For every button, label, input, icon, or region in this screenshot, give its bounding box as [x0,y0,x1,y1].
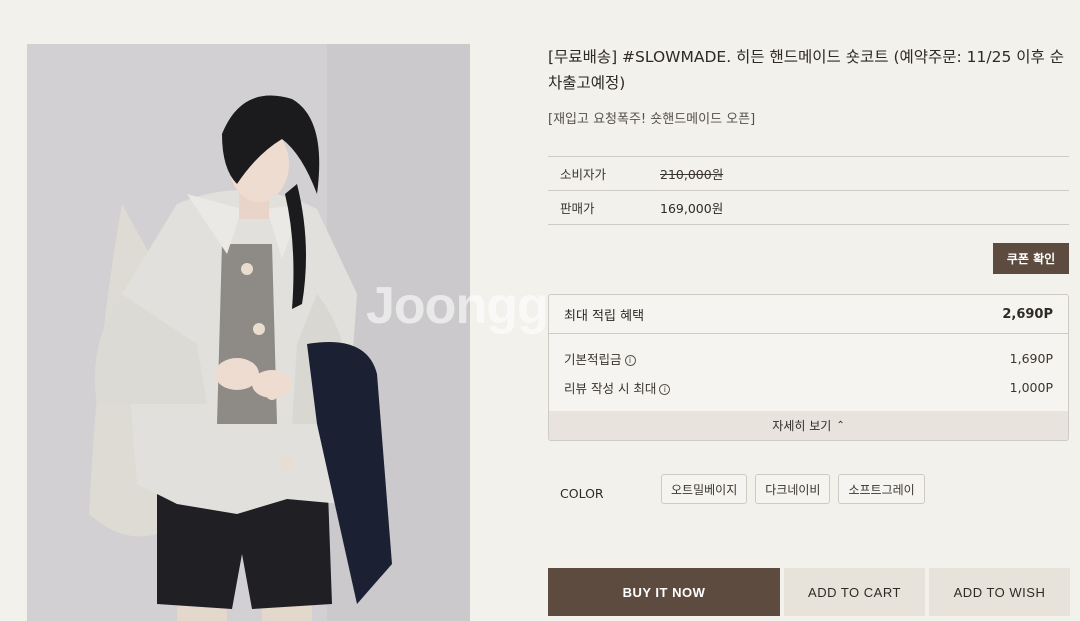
buy-now-button[interactable]: BUY IT NOW [548,568,780,616]
color-option[interactable]: 소프트그레이 [838,474,925,504]
info-icon[interactable]: i [659,384,671,395]
info-icon[interactable]: i [624,355,636,366]
basic-points-row: 기본적립금 i 1,690P [549,344,1068,373]
points-header: 최대 적립 혜택 2,690P [549,295,1068,334]
basic-points-value: 1,690P [1009,351,1053,366]
color-label: COLOR [560,486,604,501]
points-breakdown: 기본적립금 i 1,690P 리뷰 작성 시 최대 i 1,000P [549,334,1068,411]
points-header-label: 최대 적립 혜택 [564,308,645,324]
product-title: [무료배송] #SLOWMADE. 히든 핸드메이드 숏코트 (예약주문: 11… [548,48,1064,92]
color-option[interactable]: 다크네이비 [755,474,831,504]
consumer-price-row: 소비자가 210,000원 [548,157,1069,191]
review-points-row: 리뷰 작성 시 최대 i 1,000P [549,373,1068,402]
add-to-wish-button[interactable]: ADD TO WISH [929,568,1070,616]
details-toggle-button[interactable]: 자세히 보기 ⌃ [549,411,1068,440]
add-to-cart-button[interactable]: ADD TO CART [784,568,925,616]
product-photo-illustration [27,44,470,621]
points-total: 2,690P [1002,306,1053,322]
product-subtitle: [재입고 요청폭주! 숏핸드메이드 오픈] [548,112,756,127]
product-image [27,44,470,621]
chevron-up-icon: ⌃ [836,420,845,431]
consumer-price-value: 210,000원 [660,167,724,182]
coupon-check-button[interactable]: 쿠폰 확인 [993,243,1069,274]
review-points-value: 1,000P [1009,380,1053,395]
consumer-price-label: 소비자가 [560,167,607,182]
review-points-label: 리뷰 작성 시 최대 [564,381,657,396]
details-toggle-label: 자세히 보기 [772,419,832,433]
sale-price-row: 판매가 169,000원 [548,191,1069,225]
price-table: 소비자가 210,000원 판매가 169,000원 [548,156,1069,225]
color-options: 오트밀베이지 다크네이비 소프트그레이 [661,474,925,504]
sale-price-value: 169,000원 [660,201,724,216]
reward-points-box: 최대 적립 혜택 2,690P 기본적립금 i 1,690P 리뷰 작성 시 최대… [548,294,1069,441]
purchase-actions: BUY IT NOW ADD TO CART ADD TO WISH [548,568,1070,616]
basic-points-label: 기본적립금 [564,352,622,367]
sale-price-label: 판매가 [560,201,595,216]
color-option[interactable]: 오트밀베이지 [661,474,748,504]
